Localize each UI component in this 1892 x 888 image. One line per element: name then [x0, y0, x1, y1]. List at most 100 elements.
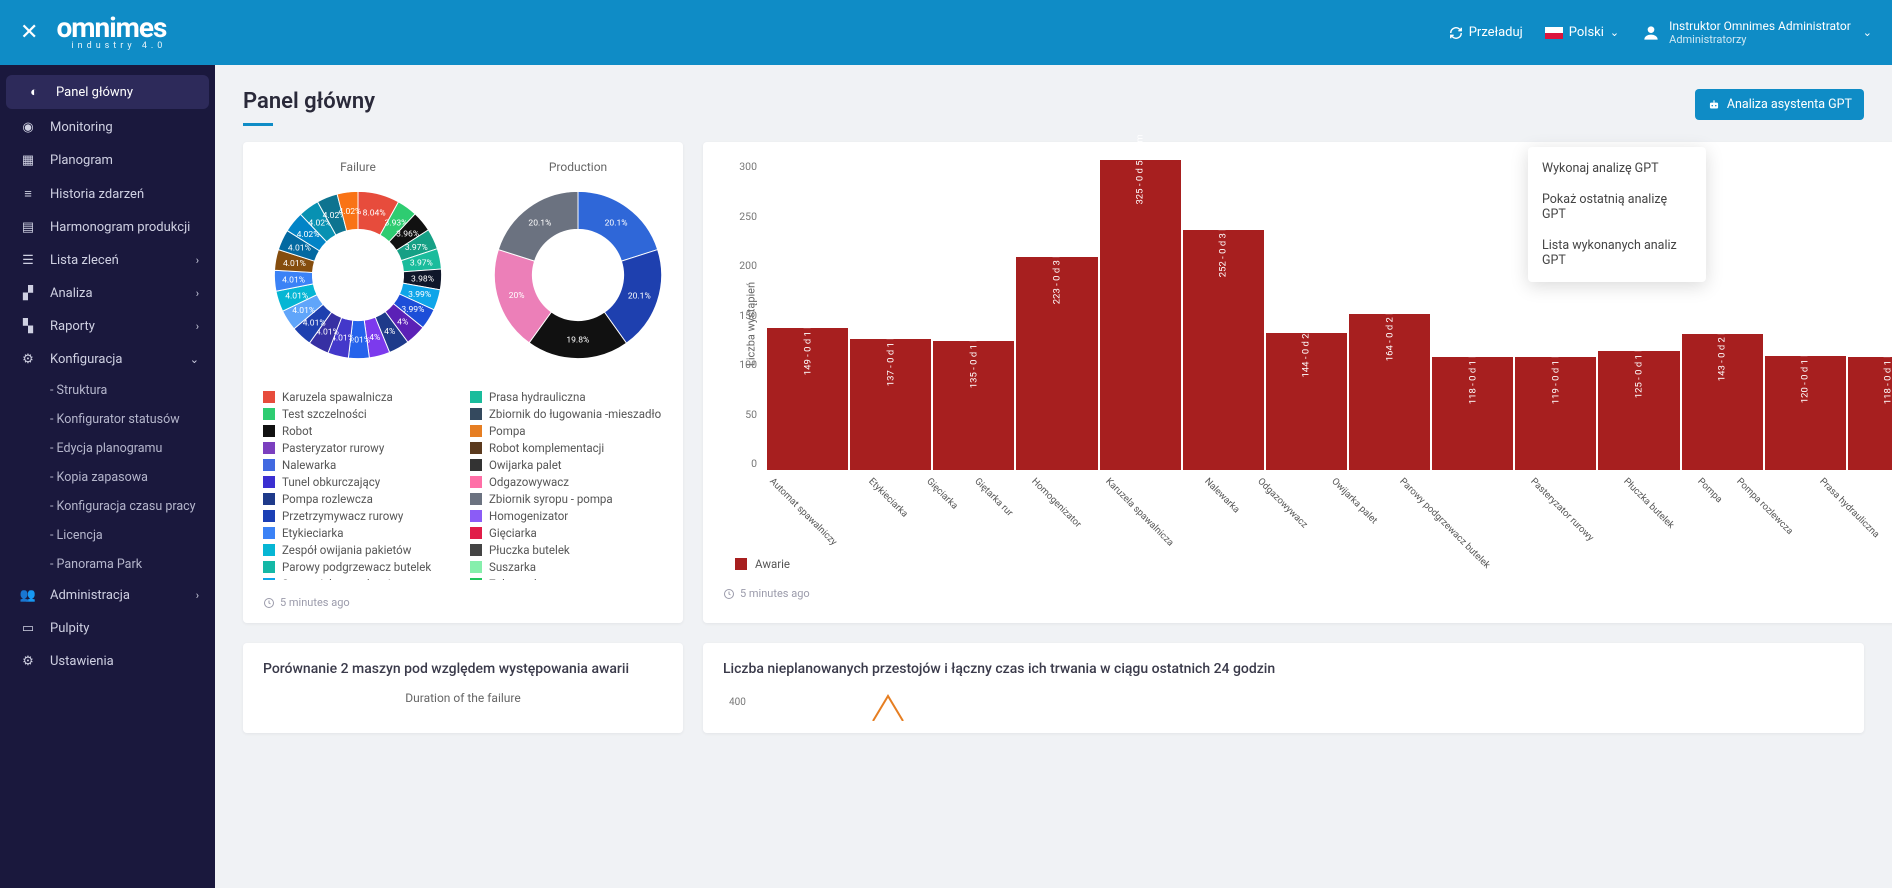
legend-item[interactable]: Odgazowywacz [470, 475, 663, 489]
legend-item[interactable]: Robot komplementacji [470, 441, 663, 455]
legend-swatch [470, 442, 482, 454]
user-menu[interactable]: Instruktor Omnimes Administrator Adminis… [1641, 19, 1872, 46]
dropdown-option[interactable]: Lista wykonanych analiz GPT [1528, 230, 1706, 276]
legend-item[interactable]: Owijarka palet [470, 458, 663, 472]
bar-column[interactable]: 137 - 0 d 1 h 50 m [850, 160, 931, 470]
bar-xlabel: Parowy podgrzewacz butelek [1397, 474, 1528, 487]
sidebar-item-pulpity[interactable]: ▭Pulpity [0, 612, 215, 645]
sidebar-item-administracja[interactable]: 👥Administracja› [0, 579, 215, 612]
legend-item[interactable]: Zespół owijania pakietów [263, 543, 456, 557]
legend-swatch [470, 425, 482, 437]
legend-item[interactable]: Przetrzymywacz rurowy [263, 509, 456, 523]
legend-item[interactable]: Płuczka butelek [470, 543, 663, 557]
main-content: Panel główny Analiza asystenta GPT Wykon… [215, 65, 1892, 888]
svg-text:3.99%: 3.99% [408, 290, 431, 300]
bar-chart: 300250200150100500 149 - 0 d 1 h 11 m137… [723, 160, 1892, 470]
page-header: Panel główny Analiza asystenta GPT [243, 89, 1864, 124]
eye-icon: ◉ [16, 120, 40, 135]
bar-xlabel: Płuczka butelek [1621, 474, 1696, 487]
legend-item[interactable]: Nalewarka [263, 458, 456, 472]
legend-item[interactable]: Homogenizator [470, 509, 663, 523]
sidebar-subitem[interactable]: - Edycja planogramu [0, 434, 215, 463]
legend-item[interactable]: Karuzela spawalnicza [263, 390, 456, 404]
bar-xlabel: Giętarka rur [972, 474, 1029, 487]
legend-item[interactable]: Parowy podgrzewacz butelek [263, 560, 456, 574]
occurrences-bar-card: Liczba wystąpień 300250200150100500 149 … [703, 142, 1892, 623]
production-donut-chart: 20.1%20.1%19.8%20%20.1% [483, 180, 673, 370]
downtime-title: Liczba nieplanowanych przestojów i łączn… [723, 661, 1844, 677]
dropdown-option[interactable]: Wykonaj analizę GPT [1528, 153, 1706, 184]
bar-column[interactable]: 118 - 0 d 1 h 40 m [1848, 160, 1892, 470]
legend-label: Pompa rozlewcza [282, 492, 373, 506]
sidebar-subitem[interactable]: - Kopia zapasowa [0, 463, 215, 492]
sidebar-item-raporty[interactable]: ▚Raporty› [0, 310, 215, 343]
bar-column[interactable]: 252 - 0 d 3 h 36 m [1183, 160, 1264, 470]
svg-text:3.97%: 3.97% [410, 258, 433, 268]
svg-text:20%: 20% [509, 291, 525, 301]
sidebar-item-panel-główny[interactable]: ◐Panel główny [6, 75, 209, 109]
sidebar-subitem[interactable]: - Konfigurator statusów [0, 405, 215, 434]
legend-item[interactable]: Pompa [470, 424, 663, 438]
sidebar-subitem[interactable]: - Konfiguracja czasu pracy [0, 492, 215, 521]
sidebar-label: Planogram [50, 153, 113, 168]
bar-column[interactable]: 135 - 0 d 1 h 56 m [933, 160, 1014, 470]
sidebar-subitem[interactable]: - Struktura [0, 376, 215, 405]
bar-column[interactable]: 325 - 0 d 5 h 1 m [1100, 160, 1181, 470]
bar-column[interactable]: 149 - 0 d 1 h 11 m [767, 160, 848, 470]
legend-item[interactable]: Zbiornik syropu - pompa [470, 492, 663, 506]
close-icon[interactable]: ✕ [20, 20, 38, 45]
bar-xlabel: Prasa hydrauliczna [1817, 474, 1892, 487]
sidebar-subitem[interactable]: - Panorama Park [0, 550, 215, 579]
legend-item[interactable]: Prasa hydrauliczna [470, 390, 663, 404]
sidebar-item-historia-zdarzeń[interactable]: ≡Historia zdarzeń [0, 177, 215, 211]
sidebar-item-analiza[interactable]: ▞Analiza› [0, 277, 215, 310]
flag-poland-icon [1545, 27, 1563, 39]
bar-column[interactable]: 144 - 0 d 2 h 7 m [1266, 160, 1347, 470]
legend-item[interactable]: Pasteryzator rurowy [263, 441, 456, 455]
donut-legend: Karuzela spawalnicza Prasa hydrauliczna Te… [263, 390, 663, 580]
sidebar-item-monitoring[interactable]: ◉Monitoring [0, 111, 215, 144]
sidebar-item-planogram[interactable]: ▦Planogram [0, 144, 215, 177]
sidebar-item-harmonogram-produkcji[interactable]: ▤Harmonogram produkcji [0, 211, 215, 244]
bar-xlabel: Etykieciarka [866, 474, 925, 487]
legend-item[interactable]: Pompa rozlewcza [263, 492, 456, 506]
bar-column[interactable]: 118 - 0 d 1 h 54 m [1432, 160, 1513, 470]
legend-item[interactable]: Zakręcarka [470, 577, 663, 580]
legend-item[interactable]: Robot [263, 424, 456, 438]
sidebar-item-lista-zleceń[interactable]: ☰Lista zleceń› [0, 244, 215, 277]
legend-item[interactable]: Stanowisko osadzania [263, 577, 456, 580]
dropdown-option[interactable]: Pokaż ostatnią analizę GPT [1528, 184, 1706, 230]
svg-text:20.1%: 20.1% [605, 219, 628, 229]
sidebar: ◐Panel główny◉Monitoring▦Planogram≡Histo… [0, 65, 215, 888]
sidebar-subitem[interactable]: - Licencja [0, 521, 215, 550]
page-title: Panel główny [243, 89, 375, 124]
downtime-spark [723, 691, 1844, 721]
legend-item[interactable]: Test szczelności [263, 407, 456, 421]
legend-item[interactable]: Tunel obkurczający [263, 475, 456, 489]
svg-text:20.1%: 20.1% [528, 219, 551, 229]
legend-item[interactable]: Zbiornik do ługowania -mieszadło [470, 407, 663, 421]
bar-column[interactable]: 223 - 0 d 3 h 22 m [1016, 160, 1097, 470]
sidebar-item-ustawienia[interactable]: ⚙Ustawienia [0, 645, 215, 678]
bar-column[interactable]: 164 - 0 d 2 h 33 m [1349, 160, 1430, 470]
logo-sub: industry 4.0 [56, 42, 166, 51]
chevron-right-icon: › [196, 320, 199, 333]
failure-title: Failure [263, 160, 453, 174]
sidebar-item-konfiguracja[interactable]: ⚙Konfiguracja⌄ [0, 343, 215, 376]
legend-item[interactable]: Suszarka [470, 560, 663, 574]
legend-label: Test szczelności [282, 407, 367, 421]
svg-text:4%: 4% [397, 317, 408, 327]
production-title: Production [483, 160, 673, 174]
clock-icon [263, 597, 275, 609]
bar-column[interactable]: 120 - 0 d 1 h 44 m [1765, 160, 1846, 470]
svg-text:4.01%: 4.01% [303, 318, 326, 328]
reload-button[interactable]: Przeładuj [1449, 25, 1523, 40]
gpt-analysis-button[interactable]: Analiza asystenta GPT [1695, 89, 1864, 120]
legend-swatch [263, 578, 275, 580]
legend-swatch [263, 527, 275, 539]
bar-series: 149 - 0 d 1 h 11 m137 - 0 d 1 h 50 m135 … [767, 160, 1892, 470]
legend-swatch [470, 578, 482, 580]
legend-item[interactable]: Gięciarka [470, 526, 663, 540]
language-selector[interactable]: Polski ⌄ [1545, 25, 1619, 40]
legend-item[interactable]: Etykieciarka [263, 526, 456, 540]
